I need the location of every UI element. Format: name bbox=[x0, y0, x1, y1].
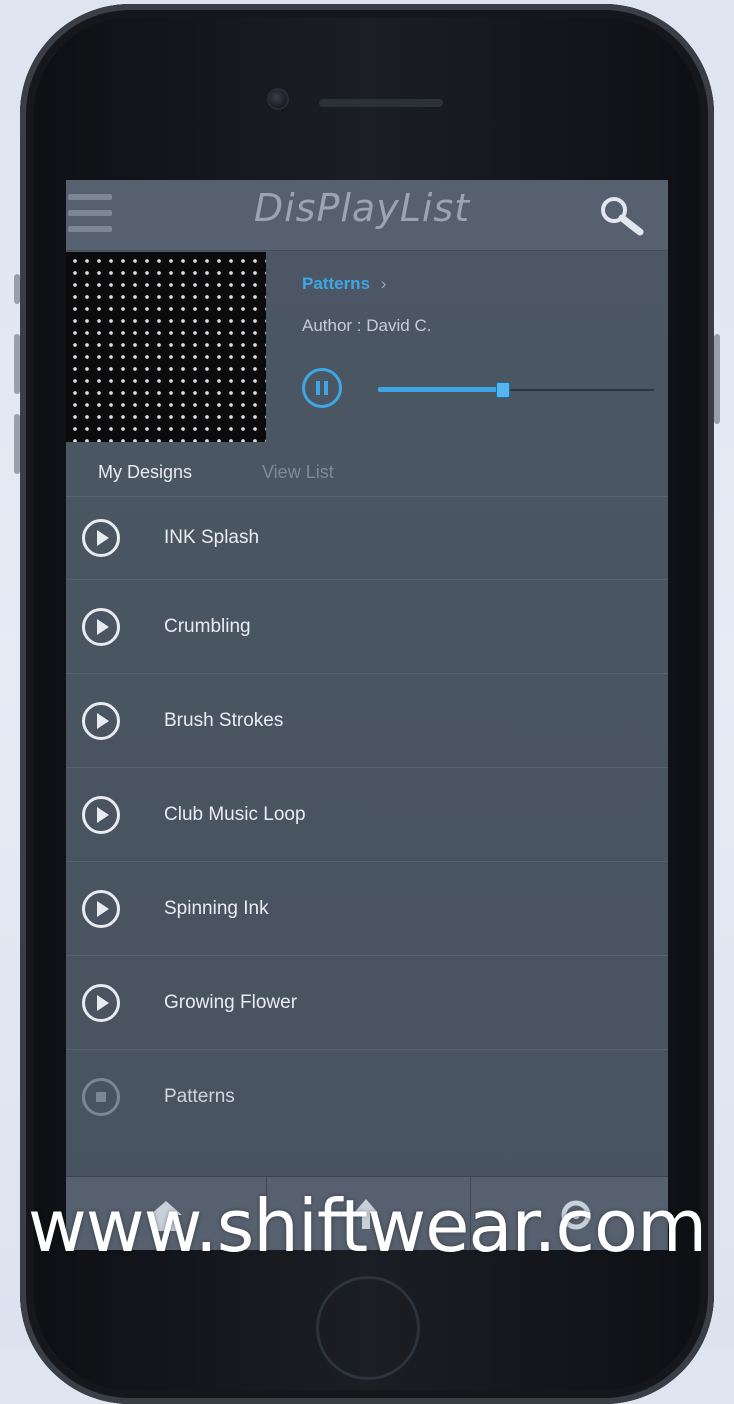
phone-side-button bbox=[14, 274, 20, 304]
phone-volume-down bbox=[14, 414, 20, 474]
home-button[interactable] bbox=[316, 1276, 420, 1380]
front-camera bbox=[269, 90, 287, 108]
now-playing-title[interactable]: Patterns › bbox=[302, 274, 386, 294]
list-item[interactable]: Crumbling bbox=[66, 579, 668, 673]
tab-bar: My Designs View List bbox=[66, 452, 668, 496]
progress-thumb[interactable] bbox=[496, 382, 511, 398]
chevron-right-icon: › bbox=[380, 274, 387, 293]
play-circle-icon[interactable] bbox=[82, 795, 120, 834]
album-art bbox=[66, 252, 266, 442]
list-item[interactable]: Growing Flower bbox=[66, 955, 668, 1049]
app-title: DisPlayList bbox=[253, 186, 471, 230]
search-icon[interactable] bbox=[596, 192, 646, 242]
pause-circle-icon[interactable] bbox=[302, 368, 342, 408]
list-item[interactable]: Club Music Loop bbox=[66, 767, 668, 861]
list-item-label: INK Splash bbox=[164, 527, 260, 548]
playlist: INK Splash Crumbling Brush Strokes Club … bbox=[66, 496, 668, 1143]
play-circle-icon[interactable] bbox=[82, 519, 120, 557]
list-item-label: Club Music Loop bbox=[164, 803, 306, 825]
list-item-label: Growing Flower bbox=[164, 991, 298, 1013]
now-playing-author: Author : David C. bbox=[302, 316, 432, 335]
play-circle-icon[interactable] bbox=[82, 889, 120, 928]
play-circle-icon[interactable] bbox=[82, 607, 120, 646]
earpiece-speaker bbox=[319, 99, 443, 107]
now-playing-panel: Patterns › Author : David C. bbox=[66, 250, 668, 450]
list-item-label: Patterns bbox=[164, 1085, 235, 1107]
stop-circle-icon[interactable] bbox=[82, 1077, 120, 1116]
now-playing-title-text: Patterns bbox=[302, 274, 371, 293]
list-item-label: Spinning Ink bbox=[164, 897, 269, 919]
list-item[interactable]: Patterns bbox=[66, 1049, 668, 1143]
progress-fill bbox=[378, 387, 503, 392]
list-item[interactable]: INK Splash bbox=[66, 496, 668, 579]
phone-power-button bbox=[714, 334, 720, 424]
progress-slider[interactable] bbox=[378, 382, 654, 398]
phone-volume-up bbox=[14, 334, 20, 394]
play-circle-icon[interactable] bbox=[82, 983, 120, 1022]
tab-view-list[interactable]: View List bbox=[262, 462, 334, 483]
list-item[interactable]: Brush Strokes bbox=[66, 673, 668, 767]
app-header: DisPlayList bbox=[66, 180, 668, 251]
play-circle-icon[interactable] bbox=[82, 701, 120, 740]
app-screen: DisPlayList Patterns › Author : David C.… bbox=[66, 180, 668, 1250]
watermark: www.shiftwear.com bbox=[27, 1184, 707, 1268]
list-item[interactable]: Spinning Ink bbox=[66, 861, 668, 955]
hamburger-menu-icon[interactable] bbox=[68, 194, 112, 234]
list-item-label: Crumbling bbox=[164, 615, 251, 637]
list-item-label: Brush Strokes bbox=[164, 709, 284, 731]
tab-my-designs[interactable]: My Designs bbox=[98, 462, 192, 483]
